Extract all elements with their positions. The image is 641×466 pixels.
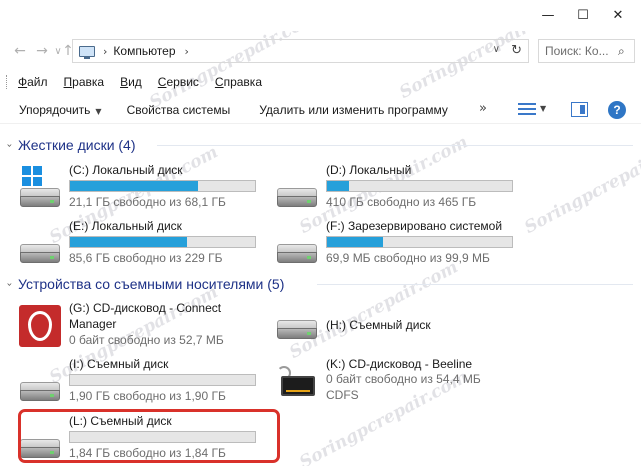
group-label: Устройства со съемными носителями (5) — [18, 276, 285, 292]
breadcrumb-computer[interactable]: Компьютер — [113, 44, 175, 58]
menu-tools[interactable]: Сервис — [158, 75, 199, 89]
usage-bar-fill — [327, 237, 383, 247]
menu-edit[interactable]: Правка — [64, 75, 105, 89]
drive-name: (H:) Съемный диск — [326, 318, 431, 332]
computer-icon — [79, 45, 95, 59]
address-dropdown-icon[interactable]: ∨ — [493, 44, 500, 55]
free-space: 0 байт свободно из 52,7 МБ — [69, 333, 224, 347]
menu-help[interactable]: Справка — [215, 75, 262, 89]
change-view-icon[interactable] — [518, 102, 536, 118]
drive-tile-e[interactable]: (E:) Локальный диск 85,6 ГБ свободно из … — [18, 218, 263, 270]
drive-tile-i[interactable]: (I:) Съемный диск 1,90 ГБ свободно из 1,… — [18, 356, 263, 408]
drive-name: (D:) Локальный — [326, 163, 412, 177]
drive-tile-g[interactable]: (G:) CD-дисковод - Connect Manager 0 бай… — [18, 300, 263, 352]
group-header-removable[interactable]: › Устройства со съемными носителями (5) — [4, 274, 633, 294]
hard-drive-icon — [18, 222, 62, 266]
free-space: 1,90 ГБ свободно из 1,90 ГБ — [69, 389, 226, 403]
removable-drive-icon — [275, 304, 319, 348]
group-divider — [157, 145, 633, 146]
address-bar: ← → ∨ ↑ › Компьютер › ∨ ↻ Поиск: Ко... ⌕ — [0, 37, 641, 67]
menu-view[interactable]: Вид — [120, 75, 142, 89]
drive-name: (E:) Локальный диск — [69, 219, 182, 233]
usage-bar — [69, 374, 256, 386]
preview-pane-icon[interactable] — [571, 102, 588, 117]
close-button[interactable]: ✕ — [595, 0, 641, 31]
system-properties-button[interactable]: Свойства системы — [127, 103, 231, 117]
drive-name: (F:) Зарезервировано системой — [326, 219, 503, 233]
search-icon[interactable]: ⌕ — [618, 44, 634, 59]
menu-bar: Файл Правка Вид Сервис Справка — [0, 70, 641, 94]
free-space: 21,1 ГБ свободно из 68,1 ГБ — [69, 195, 226, 209]
breadcrumb-chevron-icon[interactable]: › — [185, 45, 189, 58]
free-space: 0 байт свободно из 54,4 МБ — [326, 372, 481, 386]
usage-bar-fill — [327, 181, 350, 191]
drive-tile-d[interactable]: (D:) Локальный 410 ГБ свободно из 465 ГБ — [275, 162, 520, 214]
collapse-chevron-icon[interactable]: › — [4, 282, 15, 286]
drive-name: (G:) CD-дисковод - Connect — [69, 301, 222, 315]
drive-tile-f[interactable]: (F:) Зарезервировано системой 69,9 МБ св… — [275, 218, 520, 270]
drive-tile-k[interactable]: (K:) CD-дисковод - Beeline 0 байт свобод… — [275, 356, 520, 408]
search-placeholder: Поиск: Ко... — [545, 44, 609, 58]
address-box[interactable]: › Компьютер › ∨ ↻ — [72, 39, 529, 63]
drive-name-line2: Manager — [69, 317, 117, 331]
hard-drive-icon — [275, 222, 319, 266]
usage-bar — [326, 180, 513, 192]
refresh-icon[interactable]: ↻ — [511, 43, 522, 58]
windows-logo-icon — [22, 166, 42, 186]
file-system: CDFS — [326, 388, 359, 402]
group-divider — [317, 284, 633, 285]
collapse-chevron-icon[interactable]: › — [4, 143, 15, 147]
windows-drive-icon — [18, 166, 62, 210]
drive-name: (K:) CD-дисковод - Beeline — [326, 357, 473, 371]
drive-name: (C:) Локальный диск — [69, 163, 183, 177]
drive-tile-h[interactable]: (H:) Съемный диск — [275, 300, 520, 352]
usage-bar — [69, 236, 256, 248]
free-space: 69,9 МБ свободно из 99,9 МБ — [326, 251, 490, 265]
removable-drive-icon — [18, 360, 62, 404]
usage-bar-fill — [70, 181, 198, 191]
drive-name: (I:) Съемный диск — [69, 357, 169, 371]
more-commands-button[interactable]: » — [479, 101, 487, 116]
view-dropdown-icon[interactable]: ▼ — [540, 104, 546, 113]
uninstall-program-button[interactable]: Удалить или изменить программу — [259, 103, 448, 117]
chevron-down-icon: ▼ — [95, 106, 102, 116]
help-icon[interactable]: ? — [608, 101, 626, 119]
beeline-modem-icon — [275, 360, 319, 404]
hard-drive-icon — [275, 166, 319, 210]
menu-grip — [6, 75, 8, 89]
usage-bar — [69, 180, 256, 192]
drive-tile-c[interactable]: (C:) Локальный диск 21,1 ГБ свободно из … — [18, 162, 263, 214]
usage-bar-fill — [70, 237, 187, 247]
search-input[interactable]: Поиск: Ко... ⌕ — [538, 39, 635, 63]
free-space: 85,6 ГБ свободно из 229 ГБ — [69, 251, 223, 265]
highlight-box — [18, 409, 280, 463]
usage-bar — [326, 236, 513, 248]
group-header-hard-drives[interactable]: › Жесткие диски (4) — [4, 135, 633, 155]
organize-label: Упорядочить — [19, 102, 91, 117]
free-space: 410 ГБ свободно из 465 ГБ — [326, 195, 477, 209]
title-bar: — ☐ ✕ — [0, 0, 641, 31]
cd-connect-manager-icon — [18, 304, 62, 348]
command-bar: Упорядочить ▼ Свойства системы Удалить ил… — [0, 96, 641, 124]
breadcrumb-separator-icon: › — [103, 44, 108, 58]
back-button[interactable]: ← — [10, 40, 30, 62]
menu-file[interactable]: Файл — [18, 75, 48, 89]
organize-button[interactable]: Упорядочить ▼ — [19, 103, 102, 117]
group-label: Жесткие диски (4) — [18, 137, 136, 153]
